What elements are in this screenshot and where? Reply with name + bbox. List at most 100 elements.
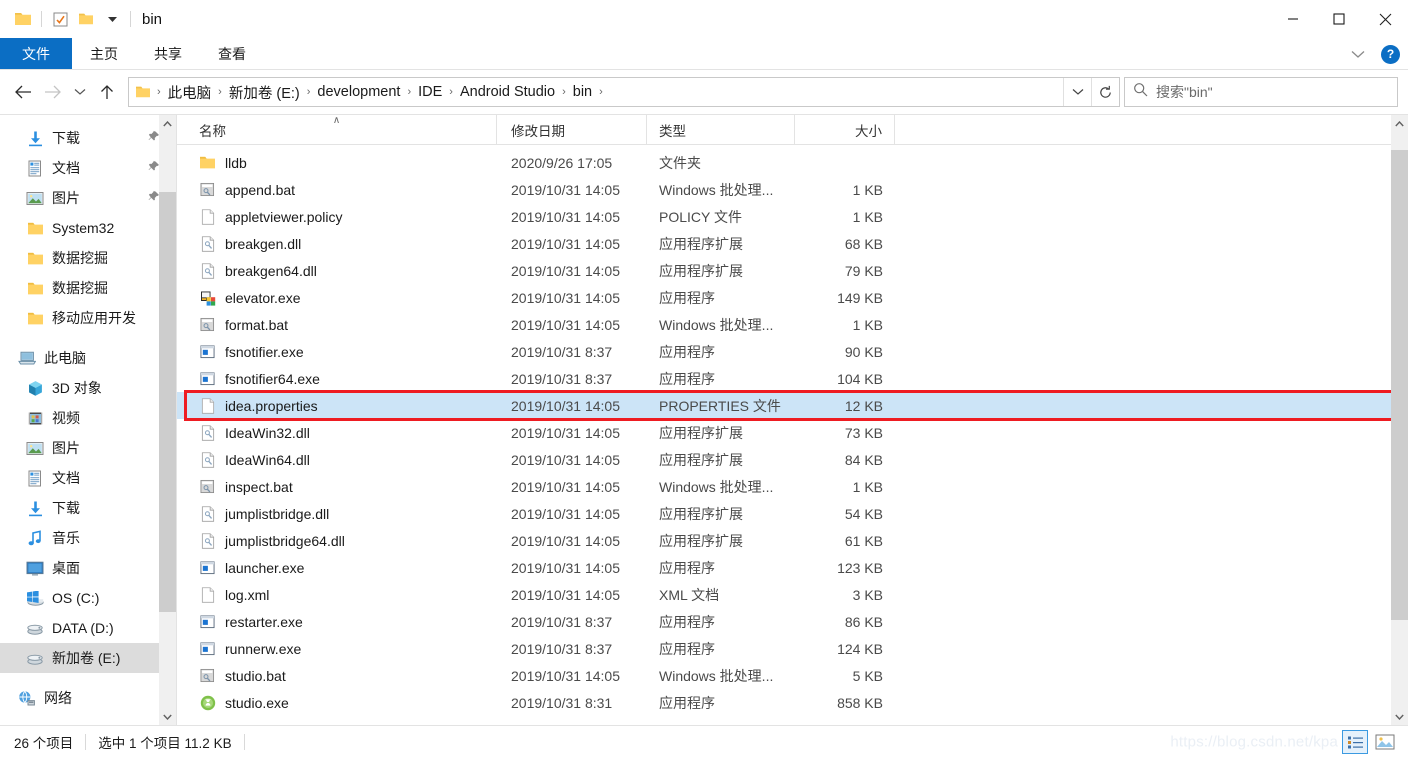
sidebar-item-label: 网络 (44, 690, 72, 706)
sidebar-item-14[interactable]: 音乐 (0, 523, 176, 553)
column-header-name[interactable]: ∧ 名称 (177, 115, 497, 144)
table-row[interactable]: append.bat 2019/10/31 14:05 Windows 批处理...… (177, 176, 1408, 203)
address-bar[interactable]: › 此电脑 › 新加卷 (E:) › development › IDE › A… (128, 77, 1120, 107)
table-row[interactable]: fsnotifier64.exe 2019/10/31 8:37 应用程序 104 K… (177, 365, 1408, 392)
table-row[interactable]: breakgen64.dll 2019/10/31 14:05 应用程序扩展 79 K… (177, 257, 1408, 284)
sidebar-item-15[interactable]: 桌面 (0, 553, 176, 583)
checkbox-icon[interactable] (47, 6, 73, 32)
table-row[interactable]: log.xml 2019/10/31 14:05 XML 文档 3 KB (177, 581, 1408, 608)
table-row[interactable]: studio.exe 2019/10/31 8:31 应用程序 858 KB (177, 689, 1408, 716)
file-name-label: breakgen64.dll (225, 262, 317, 279)
maximize-button[interactable] (1316, 0, 1362, 38)
navigation-scrollbar[interactable] (159, 115, 176, 725)
back-button[interactable] (8, 77, 38, 107)
sidebar-item-20[interactable]: 网络 (0, 683, 176, 713)
file-name-label: inspect.bat (225, 478, 293, 495)
cell-type: 应用程序 (659, 289, 715, 306)
scroll-thumb[interactable] (1391, 150, 1408, 620)
cell-type: Windows 批处理... (659, 478, 774, 495)
chevron-down-icon[interactable] (1345, 47, 1371, 62)
table-row[interactable]: format.bat 2019/10/31 14:05 Windows 批处理...… (177, 311, 1408, 338)
breadcrumb-item-this-pc[interactable]: 此电脑 (165, 82, 215, 103)
sidebar-item-2[interactable]: 图片 (0, 183, 176, 213)
scroll-track[interactable] (1391, 132, 1408, 708)
scroll-track[interactable] (159, 132, 176, 708)
file-list-scrollbar[interactable] (1391, 115, 1408, 725)
table-row[interactable]: jumplistbridge64.dll 2019/10/31 14:05 应用程序… (177, 527, 1408, 554)
cell-name: fsnotifier64.exe (177, 370, 497, 387)
folder-icon[interactable] (73, 6, 99, 32)
close-button[interactable] (1362, 0, 1408, 38)
scroll-thumb[interactable] (159, 192, 176, 612)
sidebar-item-12[interactable]: 文档 (0, 463, 176, 493)
file-name-label: launcher.exe (225, 559, 305, 576)
column-header-size[interactable]: 大小 (795, 115, 895, 144)
column-header-date-modified[interactable]: 修改日期 (497, 115, 647, 144)
file-name-label: append.bat (225, 181, 296, 198)
table-row[interactable]: jumplistbridge.dll 2019/10/31 14:05 应用程序扩展… (177, 500, 1408, 527)
scroll-up-icon[interactable] (1391, 115, 1408, 132)
minimize-button[interactable] (1270, 0, 1316, 38)
up-button[interactable] (92, 77, 122, 107)
table-row[interactable]: restarter.exe 2019/10/31 8:37 应用程序 86 KB (177, 608, 1408, 635)
sidebar-item-16[interactable]: OS (C:) (0, 583, 176, 613)
scroll-down-icon[interactable] (159, 708, 176, 725)
table-row[interactable]: lldb 2020/9/26 17:05 文件夹 (177, 149, 1408, 176)
sidebar-item-0[interactable]: 下载 (0, 123, 176, 153)
recent-locations-button[interactable] (68, 77, 92, 107)
sidebar-item-1[interactable]: 文档 (0, 153, 176, 183)
table-row[interactable]: launcher.exe 2019/10/31 14:05 应用程序 123 KB (177, 554, 1408, 581)
table-row[interactable]: IdeaWin32.dll 2019/10/31 14:05 应用程序扩展 73 KB (177, 419, 1408, 446)
sidebar-item-5[interactable]: 数据挖掘 (0, 273, 176, 303)
large-icons-view-button[interactable] (1372, 730, 1398, 754)
sidebar-item-10[interactable]: 视频 (0, 403, 176, 433)
table-row[interactable]: IdeaWin64.dll 2019/10/31 14:05 应用程序扩展 84 KB (177, 446, 1408, 473)
document-icon (26, 469, 44, 487)
tab-home[interactable]: 主页 (72, 38, 136, 69)
sidebar-item-9[interactable]: 3D 对象 (0, 373, 176, 403)
table-row[interactable]: inspect.bat 2019/10/31 14:05 Windows 批处理..… (177, 473, 1408, 500)
table-row[interactable]: elevator.exe 2019/10/31 14:05 应用程序 149 KB (177, 284, 1408, 311)
table-row[interactable]: runnerw.exe 2019/10/31 8:37 应用程序 124 KB (177, 635, 1408, 662)
cell-type: 文件夹 (659, 154, 701, 171)
breadcrumb-item-android-studio[interactable]: Android Studio (457, 84, 558, 100)
scroll-up-icon[interactable] (159, 115, 176, 132)
table-row[interactable]: idea.properties 2019/10/31 14:05 PROPERTIE… (177, 392, 1408, 419)
blank-file-icon (199, 397, 216, 414)
folder-icon (26, 279, 44, 297)
cell-name: format.bat (177, 316, 497, 333)
nav-group-spacer (0, 333, 176, 343)
breadcrumb-item-drive-e[interactable]: 新加卷 (E:) (226, 82, 303, 103)
tab-file[interactable]: 文件 (0, 38, 72, 69)
table-row[interactable]: fsnotifier.exe 2019/10/31 8:37 应用程序 90 KB (177, 338, 1408, 365)
forward-button[interactable] (38, 77, 68, 107)
search-input[interactable]: 搜索"bin" (1156, 82, 1213, 102)
scroll-down-icon[interactable] (1391, 708, 1408, 725)
sidebar-item-label: OS (C:) (52, 590, 100, 606)
tab-view[interactable]: 查看 (200, 38, 264, 69)
address-dropdown-button[interactable] (1063, 78, 1091, 106)
tab-share[interactable]: 共享 (136, 38, 200, 69)
sidebar-item-6[interactable]: 移动应用开发 (0, 303, 176, 333)
help-icon[interactable]: ? (1381, 44, 1400, 64)
sidebar-item-8[interactable]: 此电脑 (0, 343, 176, 373)
sidebar-item-17[interactable]: DATA (D:) (0, 613, 176, 643)
column-header-filler (895, 115, 1408, 144)
sidebar-item-3[interactable]: System32 (0, 213, 176, 243)
dropdown-caret-icon[interactable] (99, 6, 125, 32)
sidebar-item-13[interactable]: 下载 (0, 493, 176, 523)
table-row[interactable]: breakgen.dll 2019/10/31 14:05 应用程序扩展 68 KB (177, 230, 1408, 257)
search-box[interactable]: 搜索"bin" (1124, 77, 1398, 107)
table-row[interactable]: appletviewer.policy 2019/10/31 14:05 POLIC… (177, 203, 1408, 230)
sidebar-item-11[interactable]: 图片 (0, 433, 176, 463)
breadcrumb-item-bin[interactable]: bin (570, 84, 595, 100)
column-header-type[interactable]: 类型 (647, 115, 795, 144)
breadcrumb-item-ide[interactable]: IDE (415, 84, 445, 100)
sidebar-item-18[interactable]: 新加卷 (E:) (0, 643, 176, 673)
details-view-button[interactable] (1342, 730, 1368, 754)
refresh-button[interactable] (1091, 78, 1119, 106)
cell-type: 应用程序扩展 (659, 424, 743, 441)
breadcrumb-item-development[interactable]: development (314, 84, 403, 100)
sidebar-item-4[interactable]: 数据挖掘 (0, 243, 176, 273)
table-row[interactable]: studio.bat 2019/10/31 14:05 Windows 批处理...… (177, 662, 1408, 689)
